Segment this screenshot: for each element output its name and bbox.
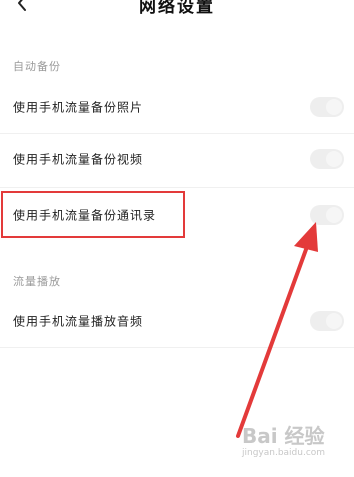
toggle-knob <box>326 313 342 329</box>
setting-label: 使用手机流量备份视频 <box>13 152 144 167</box>
section-label-auto-backup: 自动备份 <box>13 60 61 73</box>
toggle-knob <box>326 151 342 167</box>
watermark: Bai 经验 jingyan.baidu.com <box>232 418 352 472</box>
setting-row-backup-videos[interactable]: 使用手机流量备份视频 <box>0 134 354 184</box>
divider <box>0 187 354 188</box>
watermark-brand: Bai 经验 <box>242 424 325 448</box>
backup-contacts-toggle[interactable] <box>310 205 344 225</box>
backup-videos-toggle[interactable] <box>310 149 344 169</box>
divider <box>0 347 354 348</box>
setting-label: 使用手机流量备份照片 <box>13 100 144 115</box>
setting-label: 使用手机流量播放音频 <box>13 314 144 329</box>
watermark-site: jingyan.baidu.com <box>242 448 326 458</box>
section-label-traffic-playback: 流量播放 <box>13 275 61 288</box>
play-audio-toggle[interactable] <box>310 311 344 331</box>
setting-row-play-audio[interactable]: 使用手机流量播放音频 <box>0 296 354 346</box>
toggle-knob <box>326 207 342 223</box>
setting-row-backup-photos[interactable]: 使用手机流量备份照片 <box>0 82 354 132</box>
highlight-box <box>1 191 185 238</box>
toggle-knob <box>326 99 342 115</box>
page-title: 网络设置 <box>139 0 215 17</box>
header-bar: 网络设置 <box>0 0 354 30</box>
backup-photos-toggle[interactable] <box>310 97 344 117</box>
